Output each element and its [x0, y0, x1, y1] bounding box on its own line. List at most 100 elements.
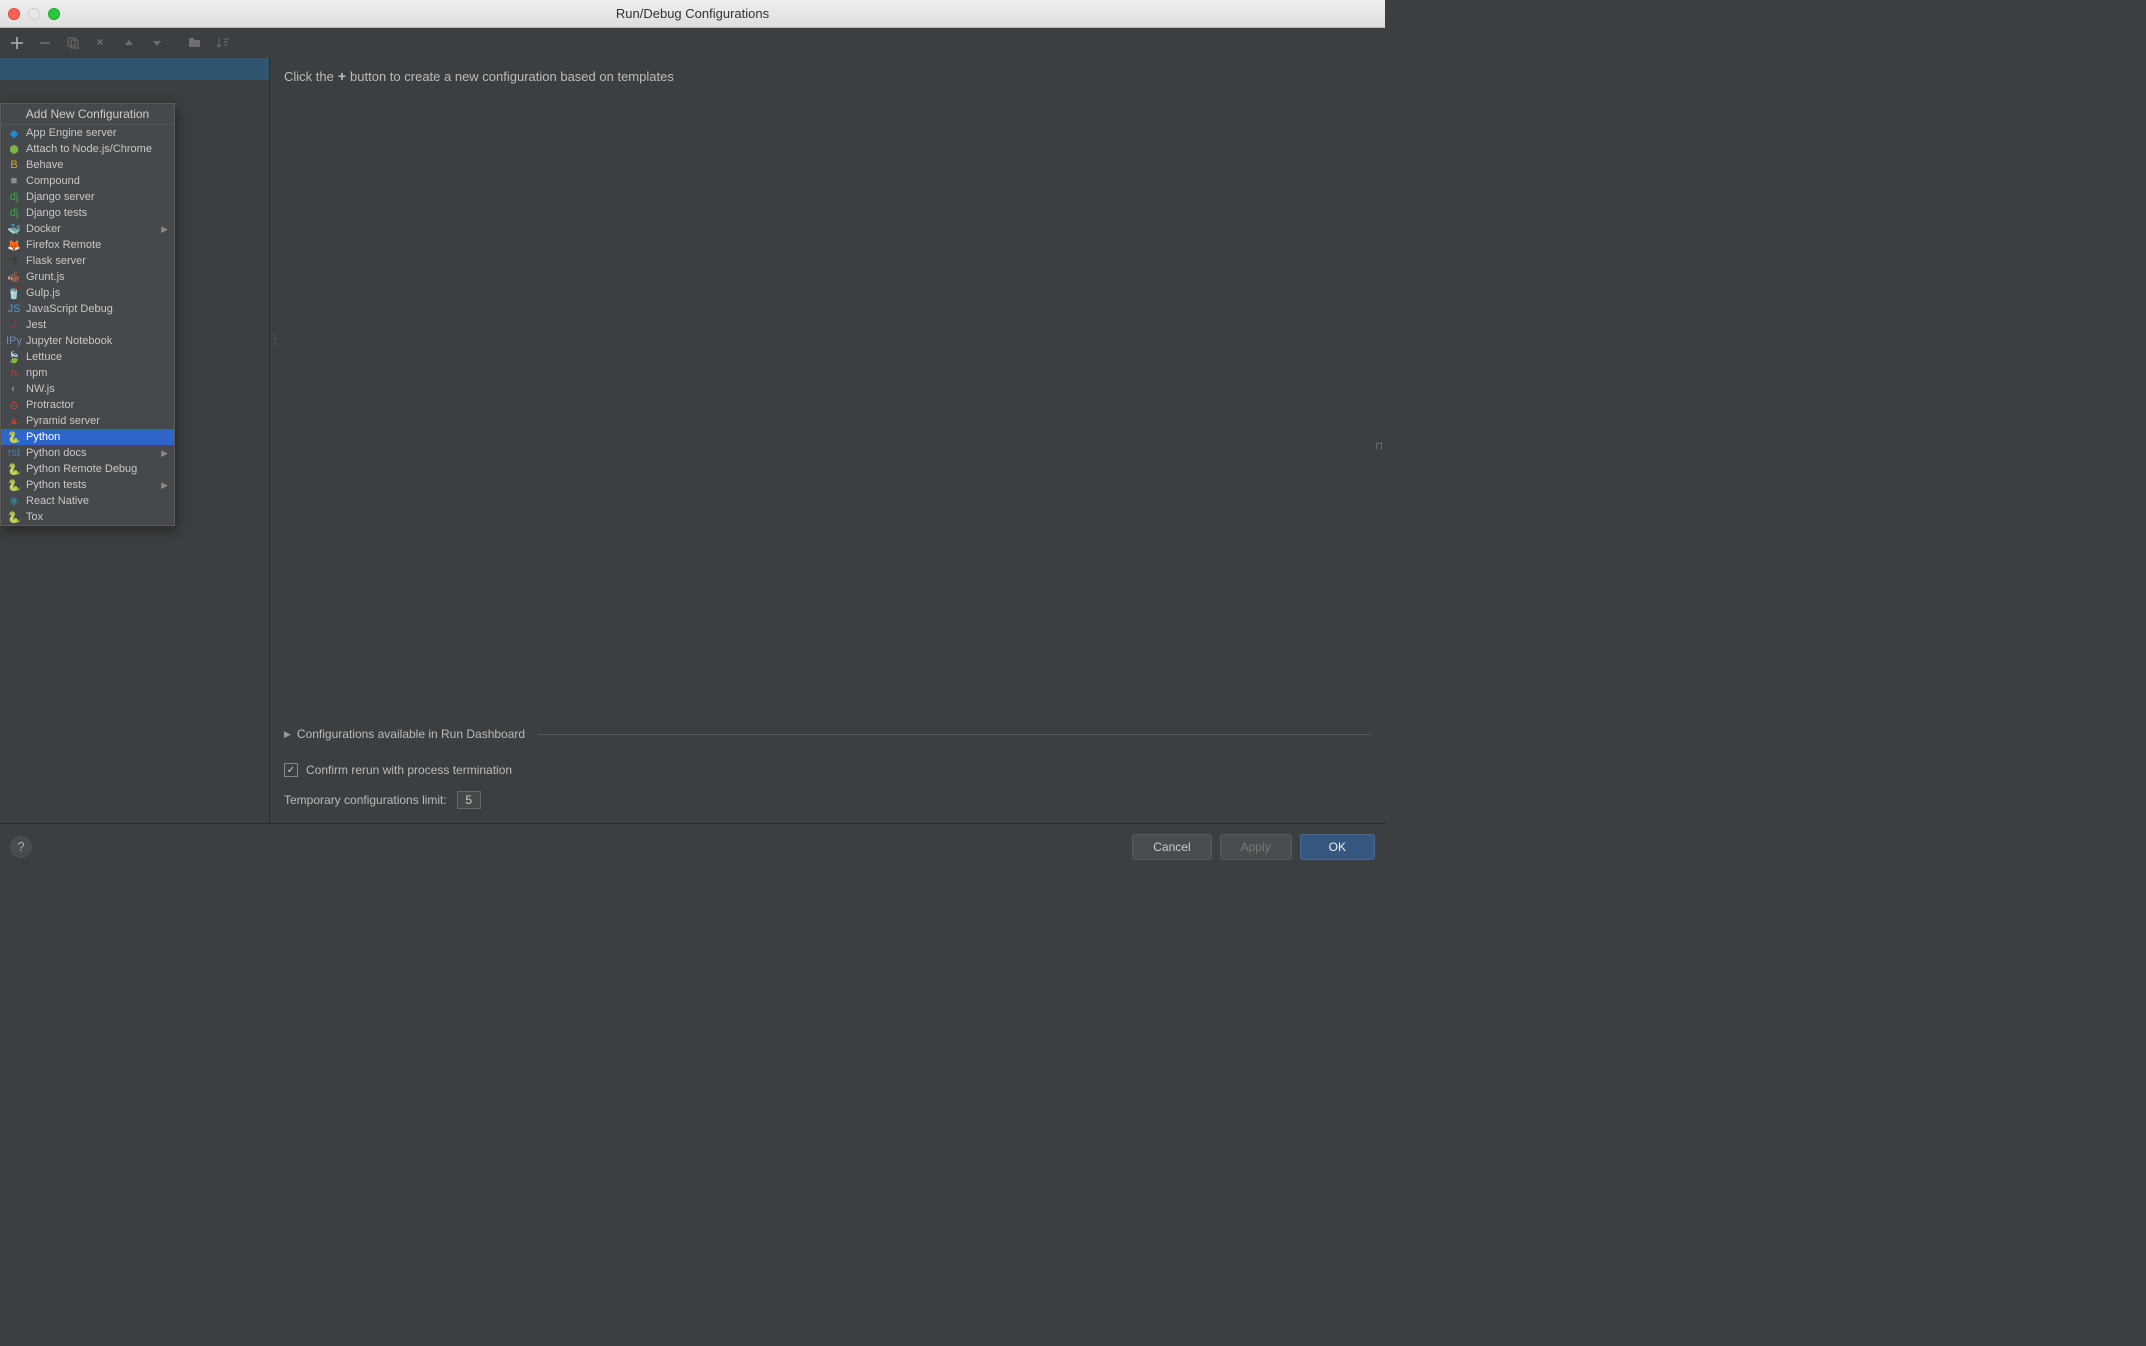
divider: [537, 734, 1371, 735]
menu-item-label: React Native: [26, 495, 89, 507]
menu-item-label: Protractor: [26, 399, 74, 411]
menu-item-django-server[interactable]: dj Django server: [1, 189, 174, 205]
menu-item-lettuce[interactable]: 🍃 Lettuce: [1, 349, 174, 365]
menu-item-label: Behave: [26, 159, 63, 171]
menu-item-label: Django server: [26, 191, 94, 203]
hint-prefix: Click the: [284, 69, 334, 84]
add-configuration-menu: Add New Configuration ◆ App Engine server…: [0, 103, 175, 526]
menu-item-label: Pyramid server: [26, 415, 100, 427]
move-down-button[interactable]: [146, 32, 168, 54]
split-grip-icon[interactable]: ⋮⋮: [270, 338, 280, 346]
menu-item-compound[interactable]: ■Compound: [1, 173, 174, 189]
python-docs-icon: rst: [7, 446, 21, 460]
menu-item-jupyter-notebook[interactable]: IPy Jupyter Notebook: [1, 333, 174, 349]
apply-button[interactable]: Apply: [1220, 834, 1292, 860]
menu-item-firefox-remote[interactable]: 🦊Firefox Remote: [1, 237, 174, 253]
firefox-remote-icon: 🦊: [7, 238, 21, 252]
app-engine-server-icon: ◆: [7, 126, 21, 140]
python-tests-icon: 🐍: [7, 478, 21, 492]
menu-item-python-docs[interactable]: rstPython docs▶: [1, 445, 174, 461]
body: ⋮⋮ Click the + button to create a new co…: [0, 58, 1385, 823]
menu-item-docker[interactable]: 🐳 Docker ▶: [1, 221, 174, 237]
menu-item-grunt-js[interactable]: 🐗Grunt.js: [1, 269, 174, 285]
tree-selection[interactable]: [0, 58, 269, 80]
menu-item-pyramid-server[interactable]: ▲ Pyramid server: [1, 413, 174, 429]
settings-button[interactable]: [90, 32, 112, 54]
copy-button[interactable]: [62, 32, 84, 54]
menu-item-react-native[interactable]: ⚛ React Native: [1, 493, 174, 509]
window-title: Run/Debug Configurations: [0, 6, 1385, 21]
menu-item-behave[interactable]: B Behave: [1, 157, 174, 173]
menu-item-gulp-js[interactable]: 🥤Gulp.js: [1, 285, 174, 301]
menu-item-tox[interactable]: 🐍Tox: [1, 509, 174, 525]
menu-item-label: npm: [26, 367, 47, 379]
footer: ? Cancel Apply OK: [0, 823, 1385, 869]
menu-item-python-remote-debug[interactable]: 🐍Python Remote Debug: [1, 461, 174, 477]
empty-hint: Click the + button to create a new confi…: [284, 68, 1371, 84]
jest-icon: J: [7, 318, 21, 332]
menu-item-label: NW.js: [26, 383, 55, 395]
menu-item-label: Django tests: [26, 207, 87, 219]
folder-button[interactable]: [184, 32, 206, 54]
menu-item-label: Jest: [26, 319, 46, 331]
menu-item-django-tests[interactable]: djDjango tests: [1, 205, 174, 221]
ok-button[interactable]: OK: [1300, 834, 1375, 860]
help-button[interactable]: ?: [10, 836, 32, 858]
content: ⋮⋮ Click the + button to create a new co…: [0, 28, 1385, 869]
plus-icon: +: [338, 68, 346, 84]
tox-icon: 🐍: [7, 510, 21, 524]
menu-item-label: JavaScript Debug: [26, 303, 113, 315]
pyramid-server-icon: ▲: [7, 414, 21, 428]
dashboard-section[interactable]: ▶ Configurations available in Run Dashbo…: [284, 727, 1371, 741]
menu-item-javascript-debug[interactable]: JS JavaScript Debug: [1, 301, 174, 317]
menu-item-python-tests[interactable]: 🐍 Python tests ▶: [1, 477, 174, 493]
menu-item-label: Flask server: [26, 255, 86, 267]
menu-item-label: Python Remote Debug: [26, 463, 137, 475]
menu-item-label: Docker: [26, 223, 61, 235]
menu-item-python[interactable]: 🐍Python: [1, 429, 174, 445]
javascript-debug-icon: JS: [7, 302, 21, 316]
menu-item-jest[interactable]: J Jest: [1, 317, 174, 333]
python-icon: 🐍: [7, 430, 21, 444]
jupyter-notebook-icon: IPy: [7, 334, 21, 348]
docker-icon: 🐳: [7, 222, 21, 236]
attach-to-node-js-chrome-icon: ⬢: [7, 142, 21, 156]
menu-item-label: Jupyter Notebook: [26, 335, 112, 347]
menu-item-label: App Engine server: [26, 127, 117, 139]
right-panel: Click the + button to create a new confi…: [270, 58, 1385, 823]
move-up-button[interactable]: [118, 32, 140, 54]
confirm-checkbox[interactable]: ✓: [284, 763, 298, 777]
menu-item-nw-js[interactable]: ◐NW.js: [1, 381, 174, 397]
sort-button[interactable]: [212, 32, 234, 54]
chevron-right-icon: ▶: [161, 224, 168, 235]
dashboard-label: Configurations available in Run Dashboar…: [297, 727, 525, 741]
chevron-right-icon: ▶: [161, 480, 168, 491]
protractor-icon: ⊝: [7, 398, 21, 412]
limit-input[interactable]: 5: [457, 791, 481, 809]
compound-icon: ■: [7, 174, 21, 188]
npm-icon: n: [7, 366, 21, 380]
gulp-js-icon: 🥤: [7, 286, 21, 300]
behave-icon: B: [7, 158, 21, 172]
menu-item-label: Python tests: [26, 479, 87, 491]
menu-item-npm[interactable]: nnpm: [1, 365, 174, 381]
menu-item-protractor[interactable]: ⊝ Protractor: [1, 397, 174, 413]
menu-item-flask-server[interactable]: ⚗ Flask server: [1, 253, 174, 269]
flask-server-icon: ⚗: [7, 254, 21, 268]
react-native-icon: ⚛: [7, 494, 21, 508]
remove-button[interactable]: [34, 32, 56, 54]
menu-item-label: Attach to Node.js/Chrome: [26, 143, 152, 155]
add-button[interactable]: [6, 32, 28, 54]
lettuce-icon: 🍃: [7, 350, 21, 364]
cancel-button[interactable]: Cancel: [1132, 834, 1211, 860]
confirm-row: ✓ Confirm rerun with process termination: [284, 763, 1371, 777]
gutter-icon: ⊓: [1375, 441, 1383, 452]
menu-title: Add New Configuration: [1, 104, 174, 125]
menu-item-label: Lettuce: [26, 351, 62, 363]
menu-item-attach-to-node-js-chrome[interactable]: ⬢ Attach to Node.js/Chrome: [1, 141, 174, 157]
titlebar: Run/Debug Configurations: [0, 0, 1385, 28]
menu-item-label: Grunt.js: [26, 271, 65, 283]
django-server-icon: dj: [7, 190, 21, 204]
menu-item-app-engine-server[interactable]: ◆ App Engine server: [1, 125, 174, 141]
chevron-right-icon: ▶: [284, 729, 291, 740]
